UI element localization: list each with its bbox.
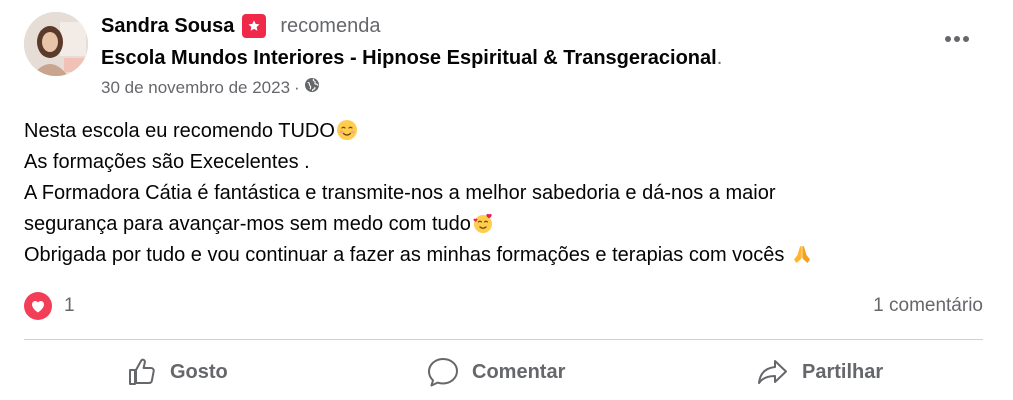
share-arrow-icon — [758, 360, 787, 384]
post-header-author: Sandra Sousa recomenda — [101, 12, 380, 40]
page-name-link[interactable]: Escola Mundos Interiores - Hipnose Espir… — [101, 47, 717, 69]
post-body-line: Nesta escola eu recomendo TUDO — [24, 116, 984, 147]
comment-button[interactable]: Comentar — [426, 350, 565, 394]
post-date[interactable]: 30 de novembro de 2023 — [101, 77, 290, 99]
love-reaction-icon — [24, 292, 52, 320]
like-button[interactable]: Gosto — [126, 350, 228, 394]
more-options-button[interactable] — [937, 24, 977, 54]
more-dots-icon — [945, 36, 969, 42]
post-body-text: As formações são Execelentes . — [24, 151, 310, 173]
post-body-line: As formações são Execelentes . — [24, 147, 984, 178]
post-body-text: segurança para avançar-mos sem medo com … — [24, 213, 471, 235]
like-label: Gosto — [170, 360, 228, 383]
review-post: Sandra Sousa recomenda Escola Mundos Int… — [0, 0, 1013, 400]
share-label: Partilhar — [802, 360, 884, 383]
meta-separator: · — [294, 78, 300, 97]
post-body-text: A Formadora Cátia é fantástica e transmi… — [24, 182, 776, 204]
smiling-face-with-hearts-emoji-icon — [473, 213, 492, 233]
folded-hands-emoji-icon — [793, 246, 810, 263]
author-name[interactable]: Sandra Sousa — [101, 12, 234, 40]
reactions-summary[interactable]: 1 — [24, 292, 75, 320]
page-name-suffix: . — [716, 47, 723, 69]
recommend-badge-icon — [242, 14, 267, 38]
thumbs-up-icon — [129, 358, 155, 385]
profile-photo — [24, 12, 88, 76]
post-body: Nesta escola eu recomendo TUDO As formaç… — [24, 116, 984, 271]
post-body-line: Obrigada por tudo e vou continuar a faze… — [24, 240, 984, 271]
globe-icon — [304, 77, 320, 99]
avatar[interactable] — [24, 12, 88, 76]
reactions-count: 1 — [64, 295, 75, 316]
actions-divider — [24, 339, 983, 340]
smiling-face-with-smiling-eyes-emoji-icon — [336, 120, 357, 140]
action-verb: recomenda — [280, 15, 381, 37]
post-body-line: A Formadora Cátia é fantástica e transmi… — [24, 178, 984, 209]
post-header-page: Escola Mundos Interiores - Hipnose Espir… — [101, 44, 722, 72]
comments-count-link[interactable]: 1 comentário — [873, 292, 983, 320]
post-body-line: segurança para avançar-mos sem medo com … — [24, 209, 984, 240]
speech-bubble-icon — [428, 358, 458, 387]
post-meta: 30 de novembro de 2023 · — [101, 77, 320, 99]
comment-label: Comentar — [472, 360, 566, 383]
share-button[interactable]: Partilhar — [756, 350, 883, 394]
post-body-text: Nesta escola eu recomendo TUDO — [24, 120, 335, 142]
post-body-text: Obrigada por tudo e vou continuar a faze… — [24, 244, 790, 266]
